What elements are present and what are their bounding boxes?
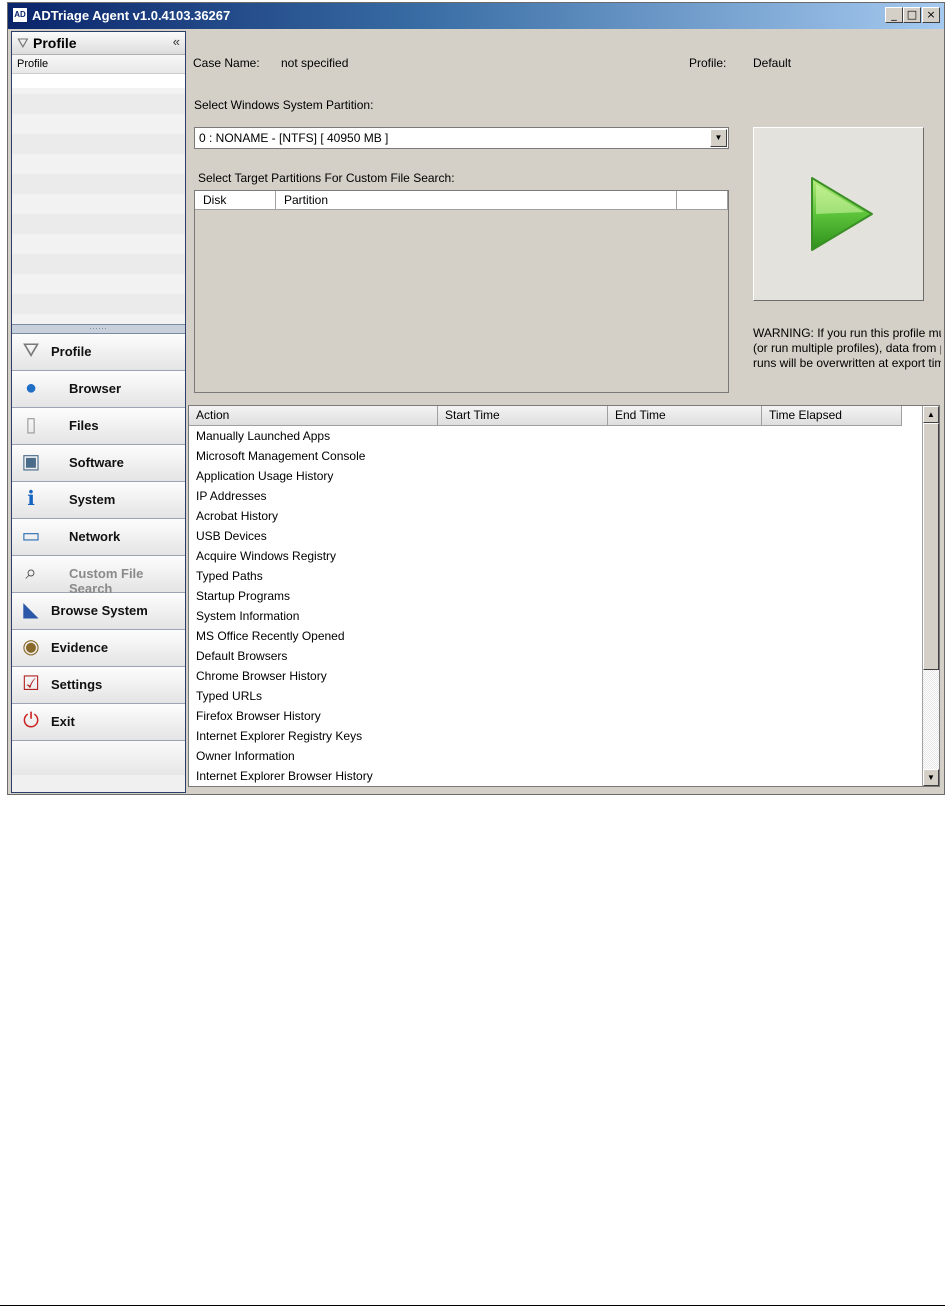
funnel-icon: ⛛ [22, 340, 40, 362]
column-end-time[interactable]: End Time [608, 406, 762, 426]
scroll-thumb[interactable] [923, 423, 939, 670]
nav-item-browser[interactable]: ● Browser [12, 371, 185, 408]
action-row[interactable]: Firefox Browser History [189, 706, 919, 726]
power-icon: ⏻ [23, 710, 39, 732]
column-partition[interactable]: Partition [276, 191, 677, 210]
title-bar[interactable]: AD ADTriage Agent v1.0.4103.36267 _ □ × [8, 3, 944, 29]
overwrite-warning: WARNING: If you run this profile mult (o… [753, 326, 941, 371]
globe-icon: ● [24, 377, 38, 399]
splitter-grip[interactable]: ...... [12, 324, 185, 334]
action-row[interactable]: Startup Programs [189, 586, 919, 606]
nav-item-custom-file-search[interactable]: ⌕ Custom File Search [12, 556, 185, 596]
nav-item-label: Exit [51, 714, 75, 729]
action-row[interactable]: Internet Explorer Browser History [189, 766, 919, 786]
system-partition-select[interactable]: 0 : NONAME - [NTFS] [ 40950 MB ] ▼ [194, 127, 729, 149]
nav-item-label: Browse System [51, 603, 148, 618]
action-row[interactable]: Default Browsers [189, 646, 919, 666]
sidebar-title: Profile [33, 35, 77, 51]
warning-line: WARNING: If you run this profile mult [753, 326, 941, 340]
software-box-icon: ▣ [21, 451, 41, 473]
scroll-up-button[interactable]: ▲ [923, 406, 939, 423]
minimize-button[interactable]: _ [885, 7, 903, 23]
action-row[interactable]: Application Usage History [189, 466, 919, 486]
app-window: AD ADTriage Agent v1.0.4103.36267 _ □ × … [7, 2, 945, 795]
case-name-value: not specified [281, 56, 349, 70]
sidebar-footer [12, 741, 185, 775]
nav-item-label: Evidence [51, 640, 109, 655]
run-button[interactable] [753, 127, 924, 301]
action-row[interactable]: IP Addresses [189, 486, 919, 506]
nav-item-files[interactable]: ▯ Files [12, 408, 185, 445]
column-action[interactable]: Action [189, 406, 438, 426]
nav-item-label: Network [69, 529, 121, 544]
warning-line: (or run multiple profiles), data from pr… [753, 341, 941, 355]
magnifier-icon: ⌕ [25, 562, 37, 584]
action-row[interactable]: Acquire Windows Registry [189, 546, 919, 566]
scroll-down-button[interactable]: ▼ [923, 769, 939, 786]
profile-value: Default [753, 56, 792, 70]
partition-label: Select Windows System Partition: [194, 98, 374, 112]
nav-item-label: Files [69, 418, 99, 433]
action-row[interactable]: Typed Paths [189, 566, 919, 586]
nav-item-label: Settings [51, 677, 103, 692]
collapse-icon[interactable]: « [173, 34, 180, 49]
action-row[interactable]: USB Devices [189, 526, 919, 546]
target-partitions-label: Select Target Partitions For Custom File… [198, 171, 455, 185]
nav-items: ⛛ Profile ● Browser ▯ Files ▣ Software ℹ System ▭ N… [12, 334, 185, 741]
nav-item-settings[interactable]: ☑ Settings [12, 667, 185, 704]
action-rows: Manually Launched Apps Microsoft Manageme… [189, 426, 919, 786]
maximize-button[interactable]: □ [903, 7, 921, 23]
warning-line: runs will be overwritten at export time [753, 356, 941, 370]
column-time-elapsed[interactable]: Time Elapsed [762, 406, 902, 426]
action-row[interactable]: Manually Launched Apps [189, 426, 919, 446]
settings-checklist-icon: ☑ [22, 673, 40, 695]
nav-item-label: System [69, 492, 116, 507]
nav-item-software[interactable]: ▣ Software [12, 445, 185, 482]
action-row[interactable]: System Information [189, 606, 919, 626]
column-disk[interactable]: Disk [195, 191, 276, 210]
action-row[interactable]: Chrome Browser History [189, 666, 919, 686]
close-button[interactable]: × [922, 7, 940, 23]
nav-item-label: Software [69, 455, 124, 470]
funnel-icon: ⛛ [17, 35, 29, 51]
nav-item-label: Profile [51, 344, 92, 359]
app-icon: AD [12, 7, 28, 23]
nav-item-browse-system[interactable]: ◣ Browse System [12, 593, 185, 630]
monitor-icon: ▭ [21, 525, 41, 547]
actions-list[interactable]: Action Start Time End Time Time Elapsed … [188, 405, 940, 787]
page-divider [0, 1305, 945, 1306]
profile-list[interactable] [12, 74, 185, 324]
nav-item-evidence[interactable]: ◉ Evidence [12, 630, 185, 667]
profile-list-selected-item[interactable] [12, 74, 185, 88]
nav-item-system[interactable]: ℹ System [12, 482, 185, 519]
action-row[interactable]: Acrobat History [189, 506, 919, 526]
action-row[interactable]: Microsoft Management Console [189, 446, 919, 466]
nav-item-network[interactable]: ▭ Network [12, 519, 185, 556]
info-icon: ℹ [27, 488, 35, 510]
action-row[interactable]: MS Office Recently Opened [189, 626, 919, 646]
profile-label: Profile: [689, 56, 727, 70]
nav-item-label: Browser [69, 381, 122, 396]
chevron-down-icon[interactable]: ▼ [710, 129, 727, 147]
nav-item-label: Custom File Search [69, 566, 144, 596]
system-partition-value: 0 : NONAME - [NTFS] [ 40950 MB ] [199, 131, 389, 145]
sidebar-header: ⛛ Profile « [12, 32, 185, 55]
target-partitions-grid[interactable]: Disk Partition [194, 190, 729, 393]
nav-item-exit[interactable]: ⏻ Exit [12, 704, 185, 741]
action-row[interactable]: Internet Explorer Registry Keys [189, 726, 919, 746]
sidebar-subheader: Profile [12, 55, 185, 74]
window-title: ADTriage Agent v1.0.4103.36267 [32, 8, 231, 23]
browse-system-icon: ◣ [23, 599, 39, 621]
column-blank[interactable] [677, 191, 728, 210]
case-name-label: Case Name: [193, 56, 260, 70]
vertical-scrollbar[interactable]: ▲ ▼ [922, 406, 939, 786]
file-icon: ▯ [25, 414, 37, 436]
column-start-time[interactable]: Start Time [438, 406, 608, 426]
action-row[interactable]: Owner Information [189, 746, 919, 766]
nav-item-profile[interactable]: ⛛ Profile [12, 334, 185, 371]
action-row[interactable]: Typed URLs [189, 686, 919, 706]
evidence-icon: ◉ [22, 636, 40, 658]
sidebar: ⛛ Profile « Profile ...... ⛛ Profile ● Brow… [11, 31, 186, 793]
play-icon [811, 177, 873, 251]
